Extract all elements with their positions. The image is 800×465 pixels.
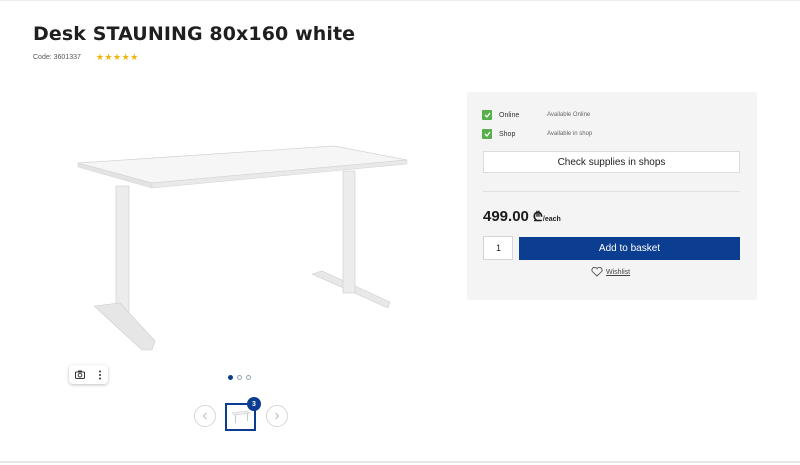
- wishlist-link[interactable]: Wishlist: [591, 267, 630, 277]
- availability-label: Shop: [499, 130, 516, 138]
- availability-label: Online: [499, 111, 520, 119]
- desk-thumb-icon: [230, 410, 251, 423]
- availability-shop: Shop Available in shop: [482, 128, 592, 140]
- product-title: Desk STAUNING 80x160 white: [33, 23, 356, 45]
- rating-stars[interactable]: ★ ★ ★ ★ ★: [95, 51, 139, 62]
- star-icon: ★: [121, 51, 130, 62]
- product-code: Code: 3601337: [33, 53, 81, 61]
- check-supplies-button[interactable]: Check supplies in shops: [483, 151, 740, 173]
- product-image[interactable]: [72, 138, 417, 358]
- check-icon: [482, 110, 492, 120]
- check-icon: [482, 129, 492, 139]
- availability-online: Online Available Online: [482, 109, 590, 121]
- availability-status: Available in shop: [547, 131, 593, 137]
- more-vertical-icon[interactable]: [98, 370, 102, 380]
- thumb-count-badge: 3: [247, 397, 261, 411]
- price-unit: /each: [542, 216, 561, 223]
- camera-icon[interactable]: [75, 370, 86, 379]
- price-amount: 499.00: [483, 208, 529, 225]
- wishlist-label: Wishlist: [606, 268, 631, 276]
- star-icon: ★: [130, 51, 139, 62]
- availability-status: Available Online: [547, 112, 591, 118]
- thumb-prev-button[interactable]: [194, 405, 216, 427]
- add-to-basket-button[interactable]: Add to basket: [519, 237, 740, 260]
- star-icon: ★: [95, 51, 104, 62]
- price: 499.00 ₾ /each: [483, 207, 561, 225]
- thumb-next-button[interactable]: [266, 405, 288, 427]
- gallery-dot[interactable]: [237, 375, 242, 380]
- currency-symbol: ₾: [532, 209, 543, 224]
- bottom-divider: [0, 461, 800, 463]
- purchase-panel: Online Available Online Shop Available i…: [467, 92, 757, 300]
- gallery-dots: [228, 375, 251, 380]
- panel-divider: [483, 191, 740, 192]
- chevron-left-icon: [202, 412, 207, 420]
- product-meta: Code: 3601337 ★ ★ ★ ★ ★: [33, 51, 139, 63]
- gallery-dot[interactable]: [246, 375, 251, 380]
- top-divider: [0, 0, 800, 1]
- chevron-right-icon: [275, 412, 280, 420]
- star-icon: ★: [104, 51, 113, 62]
- gallery-dot[interactable]: [228, 375, 233, 380]
- quantity-input[interactable]: 1: [483, 236, 513, 260]
- star-icon: ★: [113, 51, 122, 62]
- image-tools: [69, 365, 108, 384]
- heart-icon: [591, 267, 603, 277]
